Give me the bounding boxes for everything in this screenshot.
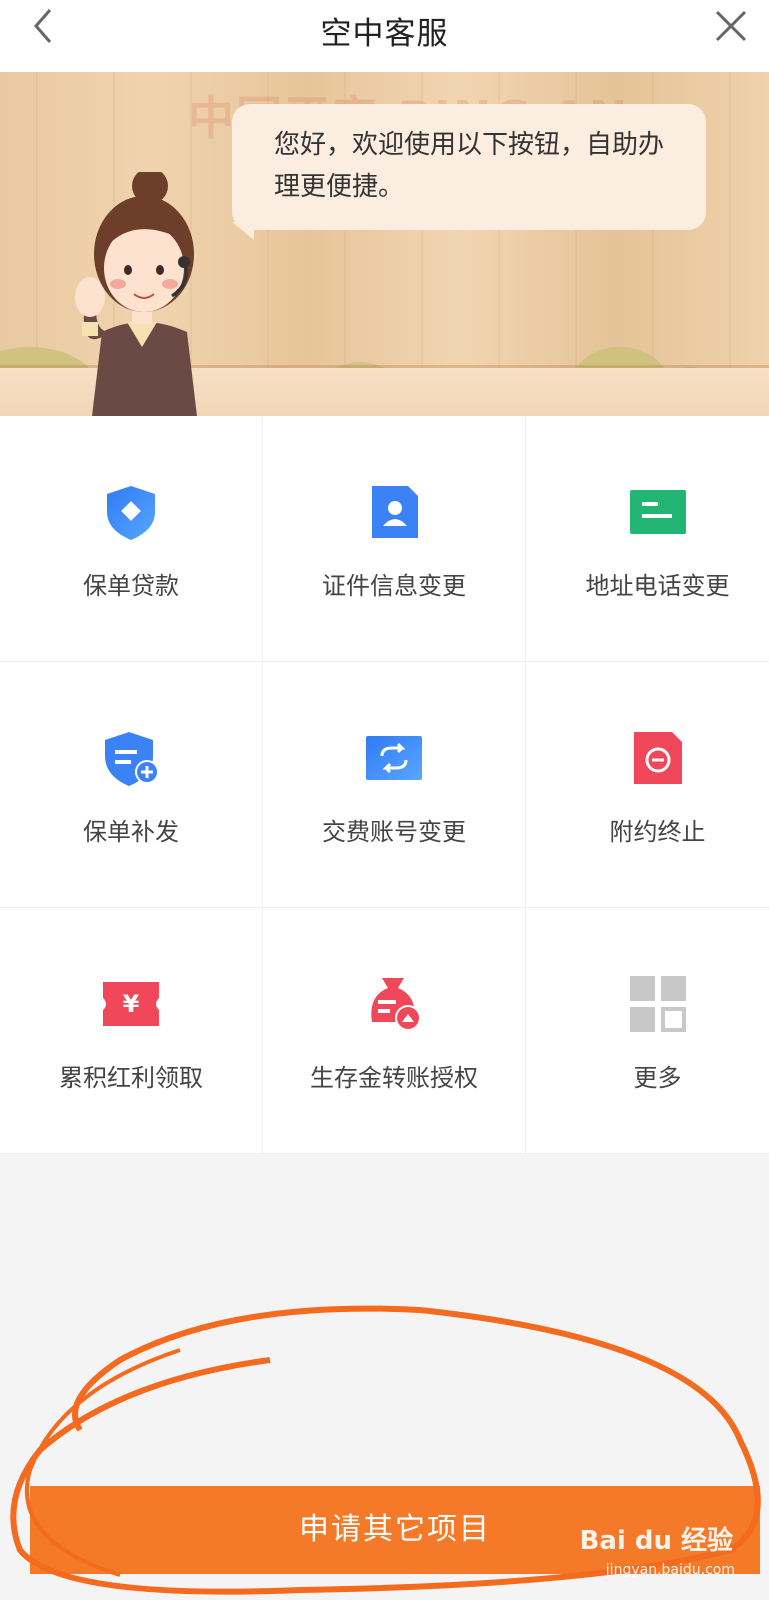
- close-icon[interactable]: [711, 6, 751, 46]
- service-rider-termination[interactable]: 附约终止: [526, 662, 769, 908]
- greeting-bubble: 您好，欢迎使用以下按钮，自助办理更便捷。: [232, 104, 706, 240]
- terminate-icon: [633, 732, 682, 784]
- service-policy-reissue[interactable]: 保单补发: [0, 662, 263, 908]
- jingyan-url-watermark: jingyan.baidu.com: [605, 1562, 735, 1578]
- service-policy-loan[interactable]: 保单贷款: [0, 416, 263, 662]
- service-label: 生存金转账授权: [310, 1064, 478, 1092]
- top-nav-bar: 空中客服: [0, 0, 769, 72]
- account-swap-icon: [366, 736, 422, 780]
- service-label: 保单补发: [83, 818, 179, 846]
- service-survival-fund-authorization[interactable]: 生存金转账授权: [263, 908, 526, 1154]
- service-agent-illustration: [75, 172, 197, 416]
- shield-diamond-icon: [107, 486, 155, 540]
- svg-text:¥: ¥: [123, 990, 140, 1018]
- greeting-text: 您好，欢迎使用以下按钮，自助办理更便捷。: [274, 130, 665, 202]
- address-card-icon: [629, 490, 686, 534]
- money-bag-icon: [371, 978, 421, 1031]
- yuan-ticket-icon: ¥: [103, 982, 159, 1026]
- page-title: 空中客服: [320, 16, 449, 52]
- service-label: 附约终止: [609, 818, 706, 846]
- service-label: 保单贷款: [83, 572, 179, 600]
- service-payment-account-change[interactable]: 交费账号变更: [263, 662, 526, 908]
- baidu-jingyan-watermark: Bai du 经验: [579, 1526, 734, 1556]
- service-label: 交费账号变更: [322, 818, 466, 846]
- service-grid: 保单贷款 证件信息变更 地址电话变更 保单补发 交费账号变更 附约终止 ¥ 累积…: [0, 416, 769, 1154]
- service-more[interactable]: 更多: [526, 908, 769, 1154]
- service-address-phone-change[interactable]: 地址电话变更: [526, 416, 769, 662]
- more-grid-icon: [629, 976, 686, 1032]
- service-id-info-change[interactable]: 证件信息变更: [263, 416, 526, 662]
- service-label: 地址电话变更: [585, 572, 730, 600]
- policy-add-icon: [105, 732, 159, 786]
- welcome-banner: 中国平安 PING AN 您好，欢迎使用以下按钮，自助办理更便捷。: [0, 72, 769, 416]
- service-dividend-claim[interactable]: ¥ 累积红利领取: [0, 908, 263, 1154]
- service-label: 更多: [633, 1064, 682, 1092]
- service-label: 累积红利领取: [59, 1064, 203, 1092]
- service-label: 证件信息变更: [322, 572, 466, 600]
- id-card-icon: [372, 486, 418, 538]
